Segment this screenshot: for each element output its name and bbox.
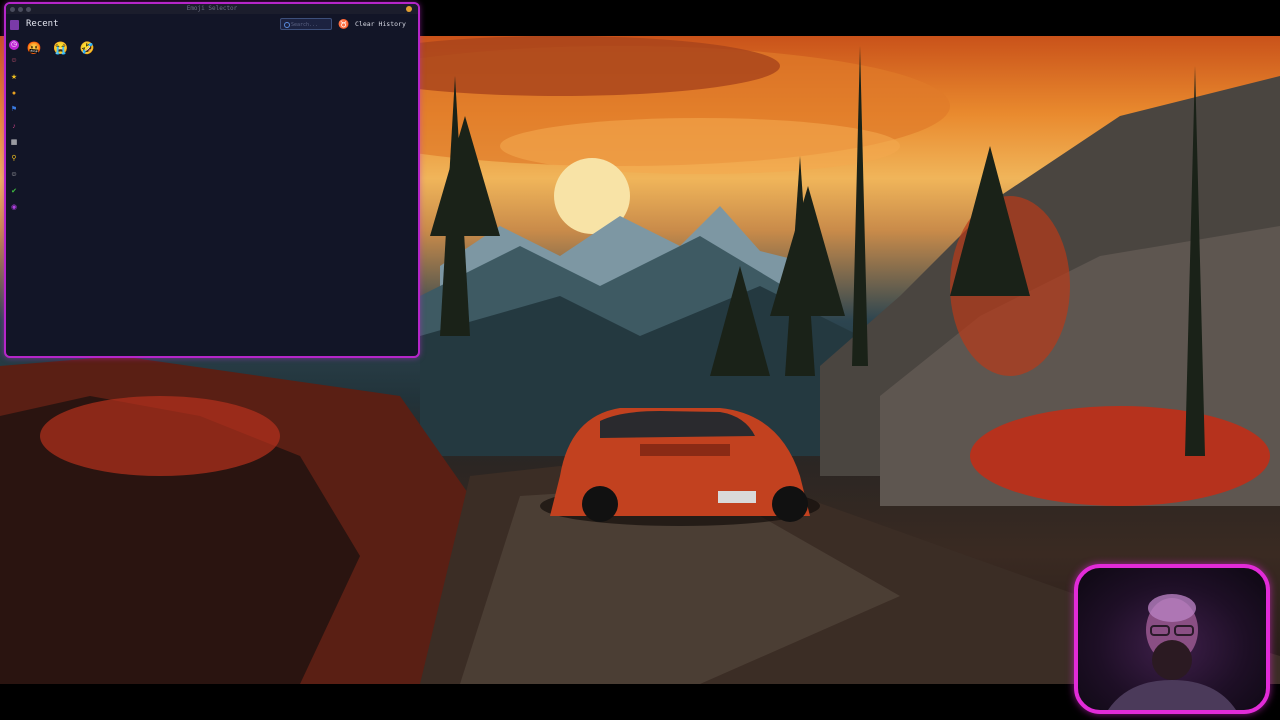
emoji-selector-window: Emoji Selector Recent ♉ Clear History ◷ ☺… (4, 2, 420, 358)
pin-icon[interactable] (406, 6, 412, 12)
activity-icon[interactable]: ♪ (9, 122, 19, 132)
webcam-person (1108, 594, 1236, 710)
face-outline-icon[interactable]: ☺ (9, 170, 19, 180)
section-title: Recent (26, 19, 59, 29)
food-icon[interactable]: ● (9, 89, 19, 99)
clear-history-button[interactable]: Clear History (352, 18, 409, 30)
window-title: Emoji Selector (186, 5, 238, 12)
emoji-item[interactable]: 🤣 (79, 40, 95, 56)
category-sidebar: ◷ ☺ ★ ● ⚑ ♪ ▦ ⚲ ☺ ✔ ◉ (6, 36, 22, 356)
smiley-icon[interactable]: ☺ (9, 56, 19, 66)
search-input[interactable] (291, 20, 329, 29)
webcam-overlay (1074, 564, 1270, 714)
star-icon[interactable]: ★ (9, 73, 19, 83)
flag-icon[interactable]: ⚑ (9, 105, 19, 115)
globe-icon[interactable]: ◉ (9, 203, 19, 213)
checkmark-icon[interactable]: ✔ (9, 187, 19, 197)
emoji-item[interactable]: 😭 (53, 40, 69, 56)
broom-icon[interactable]: ♉ (338, 19, 349, 29)
search-icon (284, 21, 290, 28)
window-titlebar[interactable]: Emoji Selector (6, 4, 418, 14)
app-icon (10, 20, 19, 30)
calculator-icon[interactable]: ▦ (9, 138, 19, 148)
selector-header: Recent ♉ Clear History (6, 14, 418, 36)
search-box[interactable] (280, 18, 332, 30)
person-icon[interactable]: ⚲ (9, 154, 19, 164)
clock-icon[interactable]: ◷ (9, 40, 19, 50)
emoji-item[interactable]: 🤬 (26, 40, 42, 56)
